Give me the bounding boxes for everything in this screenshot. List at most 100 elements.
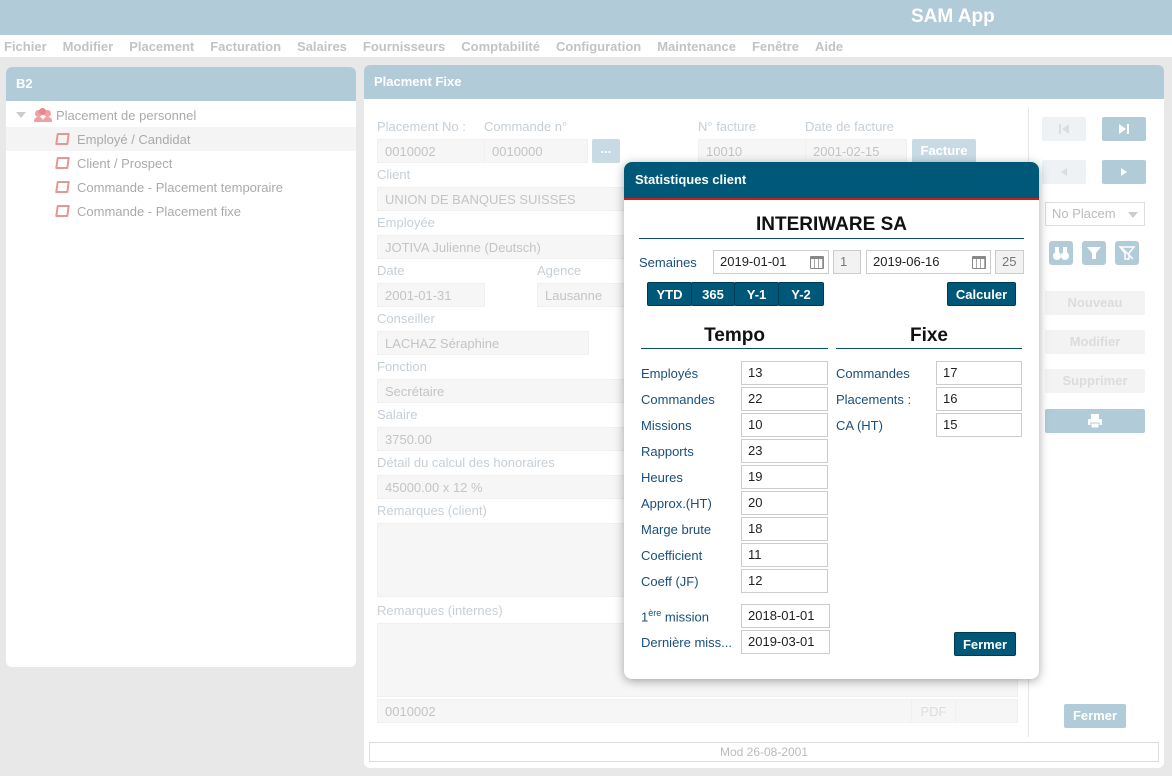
semaines-label: Semaines xyxy=(639,255,697,270)
first-record-button[interactable] xyxy=(1042,117,1086,141)
calendar-icon[interactable] xyxy=(972,256,986,269)
facture-date-field[interactable]: 2001-02-15 xyxy=(805,139,907,163)
dialog-title: Statistiques client xyxy=(624,162,1039,200)
tempo-value-coeff-jf[interactable]: 12 xyxy=(741,569,828,593)
modifier-button[interactable]: Modifier xyxy=(1045,330,1145,354)
salaire-field[interactable]: 3750.00 xyxy=(377,427,627,451)
tree-item-client[interactable]: Client / Prospect xyxy=(6,151,356,175)
collapse-arrow-icon[interactable] xyxy=(16,112,26,118)
modified-date: Mod 26-08-2001 xyxy=(719,745,809,759)
remarques-internes-label: Remarques (internes) xyxy=(377,603,503,618)
date-field[interactable]: 2001-01-31 xyxy=(377,283,485,307)
date-label: Date xyxy=(377,263,405,278)
week-to-input[interactable]: 25 xyxy=(995,250,1024,274)
tempo-value-marge-brute[interactable]: 18 xyxy=(741,517,828,541)
tempo-value-commandes[interactable]: 22 xyxy=(741,387,828,411)
fixe-label-placements: Placements : xyxy=(836,392,912,407)
menu-fenetre[interactable]: Fenêtre xyxy=(752,39,799,54)
last-record-button[interactable] xyxy=(1102,117,1146,141)
y-2-button[interactable]: Y-2 xyxy=(778,282,824,306)
premiere-mission-value[interactable]: 2018-01-01 xyxy=(741,604,830,628)
tree-item-commande-temporaire[interactable]: Commande - Placement temporaire xyxy=(6,175,356,199)
previous-record-button[interactable] xyxy=(1042,160,1086,184)
tempo-value-coefficient[interactable]: 11 xyxy=(741,543,828,567)
first-icon xyxy=(1059,124,1069,134)
commande-field[interactable]: 0010000 xyxy=(484,139,588,163)
calcul-field[interactable]: 45000.00 x 12 % xyxy=(377,475,627,499)
salaire-label: Salaire xyxy=(377,407,418,422)
y-1-button[interactable]: Y-1 xyxy=(734,282,779,306)
tempo-label-approx: Approx.(HT) xyxy=(641,496,712,511)
people-icon xyxy=(34,108,52,122)
tree-root-placement[interactable]: Placement de personnel xyxy=(6,103,356,127)
client-field[interactable]: UNION DE BANQUES SUISSES xyxy=(377,187,627,211)
menu-comptabilite[interactable]: Comptabilité xyxy=(461,39,540,54)
statistiques-client-dialog: Statistiques client INTERIWARE SA Semain… xyxy=(624,162,1039,679)
supprimer-button[interactable]: Supprimer xyxy=(1045,369,1145,393)
binoculars-icon xyxy=(1053,247,1069,260)
tempo-label-heures: Heures xyxy=(641,470,683,485)
menu-maintenance[interactable]: Maintenance xyxy=(657,39,736,54)
navigation-panel: B2 Placement de personnel Employé / Cand… xyxy=(6,67,356,667)
date-from-input[interactable]: 2019-01-01 xyxy=(713,250,829,274)
date-to-input[interactable]: 2019-06-16 xyxy=(866,250,991,274)
window-fermer-button[interactable]: Fermer xyxy=(1064,704,1126,728)
tempo-label-commandes: Commandes xyxy=(641,392,715,407)
agence-label: Agence xyxy=(537,263,582,278)
printer-icon xyxy=(1088,414,1102,429)
derniere-mission-value[interactable]: 2019-03-01 xyxy=(741,630,830,654)
nouveau-button[interactable]: Nouveau xyxy=(1045,291,1145,315)
menu-fournisseurs[interactable]: Fournisseurs xyxy=(363,39,445,54)
next-record-button[interactable] xyxy=(1102,160,1146,184)
agence-field[interactable]: Lausanne xyxy=(537,283,627,307)
facture-button[interactable]: Facture xyxy=(912,139,976,163)
fixe-label-ca-ht: CA (HT) xyxy=(836,418,883,433)
commande-lookup-button[interactable]: ... xyxy=(592,139,620,163)
365-button[interactable]: 365 xyxy=(691,282,735,306)
calculer-button[interactable]: Calculer xyxy=(947,282,1016,306)
dialog-fermer-button[interactable]: Fermer xyxy=(954,632,1016,656)
tree-item-employe[interactable]: Employé / Candidat xyxy=(6,127,356,151)
menu-aide[interactable]: Aide xyxy=(815,39,843,54)
filter-button[interactable] xyxy=(1082,241,1106,265)
placement-no-field[interactable]: 0010002 xyxy=(377,139,485,163)
remarques-client-label: Remarques (client) xyxy=(377,503,487,518)
tree-item-commande-fixe[interactable]: Commande - Placement fixe xyxy=(6,199,356,223)
print-button[interactable] xyxy=(1045,409,1145,433)
tempo-value-missions[interactable]: 10 xyxy=(741,413,828,437)
app-header: SAM App xyxy=(0,0,1172,35)
calendar-icon[interactable] xyxy=(810,256,824,269)
week-from-input[interactable]: 1 xyxy=(833,250,861,274)
menu-salaires[interactable]: Salaires xyxy=(297,39,347,54)
conseiller-select[interactable]: LACHAZ Séraphine xyxy=(377,331,589,355)
menu-facturation[interactable]: Facturation xyxy=(210,39,281,54)
fixe-value-placements[interactable]: 16 xyxy=(936,387,1022,411)
tempo-value-heures[interactable]: 19 xyxy=(741,465,828,489)
menu-modifier[interactable]: Modifier xyxy=(63,39,114,54)
pdf-button[interactable]: PDF xyxy=(911,699,956,723)
app-title: SAM App xyxy=(911,6,995,27)
remarques-client-textarea[interactable] xyxy=(377,523,627,597)
menu-placement[interactable]: Placement xyxy=(129,39,194,54)
ytd-button[interactable]: YTD xyxy=(647,282,692,306)
menu-configuration[interactable]: Configuration xyxy=(556,39,641,54)
tempo-label-coefficient: Coefficient xyxy=(641,548,703,563)
navigation-panel-title: B2 xyxy=(6,67,356,101)
tempo-value-employes[interactable]: 13 xyxy=(741,361,828,385)
fixe-value-ca-ht[interactable]: 15 xyxy=(936,413,1022,437)
clear-filter-button[interactable] xyxy=(1115,241,1139,265)
fixe-value-commandes[interactable]: 17 xyxy=(936,361,1022,385)
placement-no-label: Placement No : xyxy=(377,119,466,134)
tempo-value-rapports[interactable]: 23 xyxy=(741,439,828,463)
fonction-field[interactable]: Secrétaire xyxy=(377,379,627,403)
menu-fichier[interactable]: Fichier xyxy=(4,39,47,54)
no-placement-select[interactable]: No Placem xyxy=(1045,202,1145,226)
premiere-mission-label: 1ère mission xyxy=(641,608,709,624)
search-binoculars-button[interactable] xyxy=(1049,241,1073,265)
no-placement-label: No Placem xyxy=(1052,206,1116,221)
tempo-value-approx[interactable]: 20 xyxy=(741,491,828,515)
book-icon xyxy=(55,181,70,193)
chevron-down-icon xyxy=(1128,212,1138,218)
employee-field[interactable]: JOTIVA Julienne (Deutsch) xyxy=(377,235,627,259)
facture-no-field[interactable]: 10010 xyxy=(698,139,806,163)
